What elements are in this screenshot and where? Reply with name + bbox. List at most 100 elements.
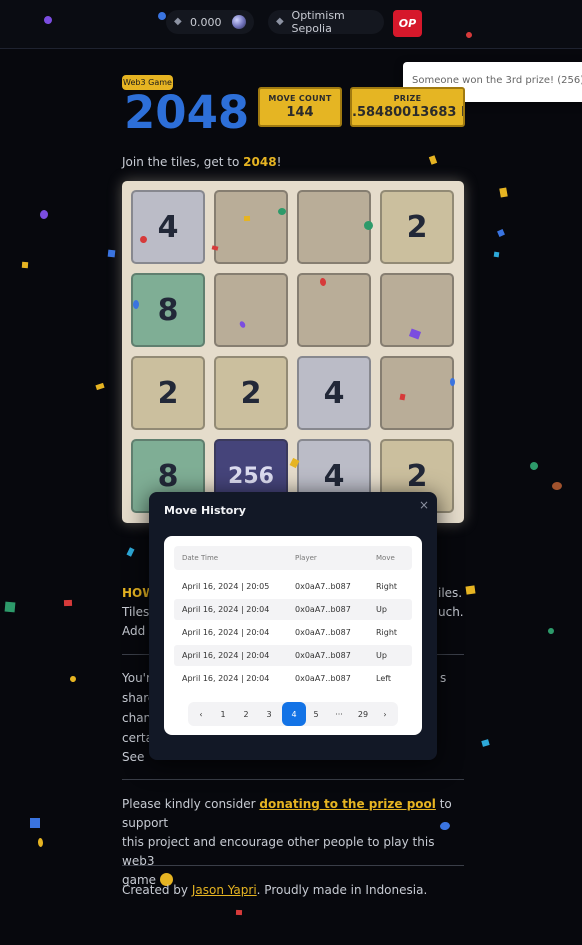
table-row: April 16, 2024 | 20:04 0x0aA7..b087 Up	[174, 645, 412, 666]
table-row: April 16, 2024 | 20:05 0x0aA7..b087 Right	[174, 576, 412, 597]
credit-text-end: . Proudly made in Indonesia.	[256, 883, 428, 897]
token-orb-icon	[231, 15, 246, 29]
confetti-piece	[63, 599, 73, 607]
credit-text: Created by	[122, 883, 192, 897]
ethereum-icon: ◆	[174, 16, 182, 27]
confetti-piece	[4, 601, 16, 613]
confetti-piece	[39, 209, 49, 220]
page-button[interactable]: 2	[235, 702, 257, 726]
page-button[interactable]: 5	[305, 702, 327, 726]
confetti-piece	[450, 378, 455, 386]
move-count-box: MOVE COUNT 144	[258, 87, 342, 127]
tile-4: 4	[297, 356, 371, 430]
cell-move: Up	[376, 605, 387, 614]
empty-tile	[297, 273, 371, 347]
next-page-button[interactable]: ›	[374, 702, 396, 726]
subtitle-end: !	[276, 155, 282, 169]
tile-2: 2	[131, 356, 205, 430]
cell-player: 0x0aA7..b087	[295, 628, 351, 637]
column-player: Player	[295, 554, 317, 562]
youre-text: You'r	[122, 671, 151, 685]
confetti-piece	[528, 460, 540, 472]
tiles-text: Tiles	[122, 605, 150, 619]
cell-datetime: April 16, 2024 | 20:05	[182, 582, 270, 591]
empty-tile	[214, 190, 288, 264]
empty-tile	[380, 356, 454, 430]
subtitle-highlight: 2048	[243, 155, 277, 169]
confetti-piece	[546, 626, 556, 636]
page-button[interactable]: 1	[212, 702, 234, 726]
close-icon[interactable]: ×	[419, 498, 429, 512]
youre-text-end: s	[440, 671, 447, 685]
prize-label: PRIZE	[393, 94, 422, 103]
donate-line-2: this project and encourage other people …	[122, 835, 435, 868]
prize-box: PRIZE .58480013683 ET	[350, 87, 465, 127]
balance-pill[interactable]: ◆ 0.000	[166, 10, 254, 34]
cell-move: Up	[376, 651, 387, 660]
network-name: Optimism Sepolia	[291, 9, 345, 35]
page-ellipsis: ···	[335, 709, 343, 719]
modal-title: Move History	[164, 504, 246, 517]
how-text-end: iles.	[438, 586, 463, 600]
page-button[interactable]: 29	[351, 702, 375, 726]
cell-move: Left	[376, 674, 392, 683]
cell-move: Right	[376, 582, 398, 591]
page-button[interactable]: 3	[258, 702, 280, 726]
confetti-piece	[499, 187, 508, 198]
chance-text: chan	[122, 711, 152, 725]
confetti-piece	[497, 229, 505, 237]
game-subtitle: Join the tiles, get to 2048!	[122, 155, 281, 169]
subtitle-text: Join the tiles, get to	[122, 155, 244, 169]
balance-value: 0.000	[190, 15, 222, 29]
cell-datetime: April 16, 2024 | 20:04	[182, 674, 270, 683]
move-count-label: MOVE COUNT	[268, 94, 332, 103]
donate-text: Please kindly consider	[122, 797, 260, 811]
confetti-piece	[428, 155, 438, 165]
prev-page-button[interactable]: ‹	[190, 702, 212, 726]
cell-datetime: April 16, 2024 | 20:04	[182, 605, 270, 614]
divider	[122, 865, 464, 866]
donation-paragraph: Please kindly consider donating to the p…	[122, 795, 467, 890]
table-row: April 16, 2024 | 20:04 0x0aA7..b087 Right	[174, 622, 412, 643]
pagination: ‹ 1 2 3 4 5 ··· 29 ›	[188, 702, 398, 726]
tile-8: 8	[131, 273, 205, 347]
confetti-piece	[21, 261, 29, 269]
tile-2: 2	[214, 356, 288, 430]
divider	[122, 779, 464, 780]
cell-move: Right	[376, 628, 398, 637]
confetti-piece	[481, 739, 490, 747]
cell-player: 0x0aA7..b087	[295, 605, 351, 614]
tile-4: 4	[131, 190, 205, 264]
confetti-piece	[493, 251, 500, 258]
confetti-piece	[551, 481, 563, 491]
table-row: April 16, 2024 | 20:04 0x0aA7..b087 Left	[174, 668, 412, 689]
cell-player: 0x0aA7..b087	[295, 674, 351, 683]
confetti-piece	[95, 382, 105, 391]
game-board[interactable]: 4 2 8 2 2 4 8 256 4 2	[122, 181, 464, 523]
cell-player: 0x0aA7..b087	[295, 582, 351, 591]
cell-datetime: April 16, 2024 | 20:04	[182, 651, 270, 660]
column-move: Move	[376, 554, 395, 562]
table-row: April 16, 2024 | 20:04 0x0aA7..b087 Up	[174, 599, 412, 620]
top-bar: ◆ 0.000 ◆ Optimism Sepolia OP	[0, 0, 582, 49]
prize-value: .58480013683 ET	[352, 105, 463, 120]
move-count-value: 144	[286, 105, 314, 120]
network-selector[interactable]: ◆ Optimism Sepolia	[268, 9, 384, 35]
network-badge[interactable]: OP	[393, 10, 422, 37]
empty-tile	[297, 190, 371, 264]
empty-tile	[214, 273, 288, 347]
confetti-piece	[399, 393, 406, 401]
credits: Created by Jason Yapri. Proudly made in …	[122, 881, 427, 900]
confetti-piece	[243, 215, 251, 222]
confetti-piece	[37, 837, 44, 848]
page-button-active[interactable]: 4	[282, 702, 306, 726]
ethereum-icon: ◆	[276, 16, 284, 27]
confetti-piece	[126, 547, 135, 557]
table-header: Date Time Player Move	[174, 546, 412, 570]
author-link[interactable]: Jason Yapri	[192, 883, 257, 897]
game-title: 2048	[124, 86, 250, 139]
column-datetime: Date Time	[182, 554, 219, 562]
donate-link[interactable]: donating to the prize pool	[259, 797, 436, 811]
tiles-text-end: uch.	[438, 605, 464, 619]
history-table-card: Date Time Player Move April 16, 2024 | 2…	[164, 536, 422, 735]
